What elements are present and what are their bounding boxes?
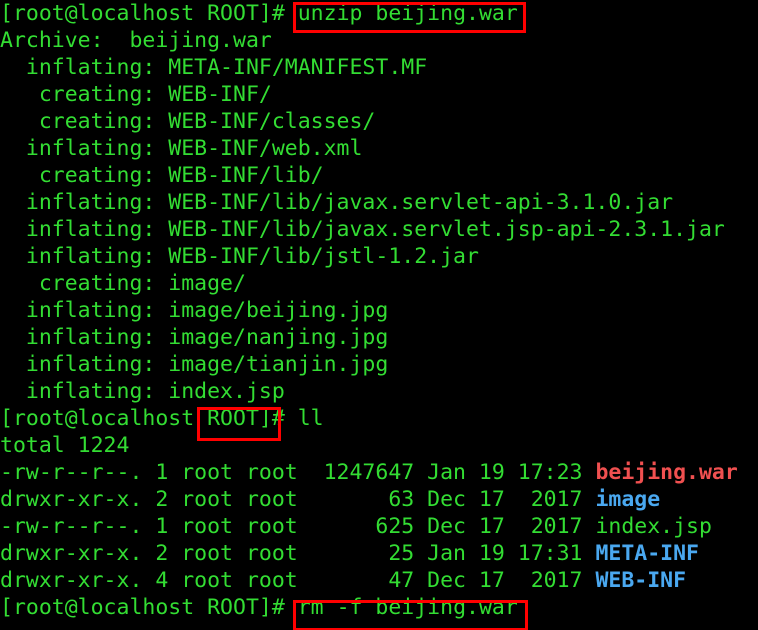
file-row-metadata: -rw-r--r--. 1 root root 1247647 Jan 19 1…: [0, 460, 596, 485]
terminal-line-creating-lib: creating: WEB-INF/lib/: [0, 163, 324, 188]
terminal-screen: [root@localhost ROOT]# unzip beijing.war…: [0, 0, 758, 621]
table-row: drwxr-xr-x. 2 root root 63 Dec 17 2017 i…: [0, 486, 758, 513]
command-remove: rm -f beijing.war: [297, 595, 518, 620]
terminal-line-archive: Archive: beijing.war: [0, 28, 272, 53]
terminal-line-inflating-jsp-api: inflating: WEB-INF/lib/javax.servlet.jsp…: [0, 217, 725, 242]
terminal-line-creating-webinf: creating: WEB-INF/: [0, 82, 272, 107]
file-name-image: image: [595, 487, 661, 512]
table-row: -rw-r--r--. 1 root root 1247647 Jan 19 1…: [0, 459, 758, 486]
file-row-metadata: -rw-r--r--. 1 root root 625 Dec 17 2017: [0, 514, 596, 539]
command-list: ll: [297, 406, 324, 431]
terminal-line-creating-classes: creating: WEB-INF/classes/: [0, 109, 376, 134]
command-unzip: unzip beijing.war: [297, 1, 518, 26]
file-row-metadata: drwxr-xr-x. 4 root root 47 Dec 17 2017: [0, 568, 596, 593]
terminal-line-inflating-webxml: inflating: WEB-INF/web.xml: [0, 136, 363, 161]
terminal-line-inflating-beijing-jpg: inflating: image/beijing.jpg: [0, 298, 389, 323]
shell-prompt: [root@localhost ROOT]#: [0, 1, 285, 26]
terminal-line-prompt-rm: [root@localhost ROOT]# rm -f beijing.war: [0, 594, 758, 621]
terminal-line-total: total 1224: [0, 433, 130, 458]
table-row: drwxr-xr-x. 4 root root 47 Dec 17 2017 W…: [0, 567, 758, 594]
terminal-line-inflating-servlet-api: inflating: WEB-INF/lib/javax.servlet-api…: [0, 190, 674, 215]
terminal-line-inflating-nanjing-jpg: inflating: image/nanjing.jpg: [0, 325, 389, 350]
terminal-line-prompt-ll: [root@localhost ROOT]# ll: [0, 405, 758, 432]
file-row-metadata: drwxr-xr-x. 2 root root 25 Jan 19 17:31: [0, 541, 596, 566]
shell-prompt: [root@localhost ROOT]#: [0, 595, 285, 620]
file-row-metadata: drwxr-xr-x. 2 root root 63 Dec 17 2017: [0, 487, 596, 512]
file-name-beijing-war: beijing.war: [595, 460, 738, 485]
terminal-line-creating-image: creating: image/: [0, 271, 246, 296]
terminal-line-inflating-manifest: inflating: META-INF/MANIFEST.MF: [0, 55, 428, 80]
terminal-window[interactable]: [root@localhost ROOT]# unzip beijing.war…: [0, 0, 758, 630]
table-row: drwxr-xr-x. 2 root root 25 Jan 19 17:31 …: [0, 540, 758, 567]
file-name-meta-inf: META-INF: [595, 541, 699, 566]
terminal-line-inflating-index-jsp: inflating: index.jsp: [0, 379, 285, 404]
file-name-web-inf: WEB-INF: [595, 568, 687, 593]
table-row: -rw-r--r--. 1 root root 625 Dec 17 2017 …: [0, 513, 758, 540]
file-name-index-jsp: index.jsp: [595, 514, 712, 539]
shell-prompt: [root@localhost ROOT]#: [0, 406, 285, 431]
terminal-line-prompt-unzip: [root@localhost ROOT]# unzip beijing.war: [0, 0, 758, 27]
terminal-line-inflating-tianjin-jpg: inflating: image/tianjin.jpg: [0, 352, 389, 377]
terminal-line-inflating-jstl: inflating: WEB-INF/lib/jstl-1.2.jar: [0, 244, 479, 269]
